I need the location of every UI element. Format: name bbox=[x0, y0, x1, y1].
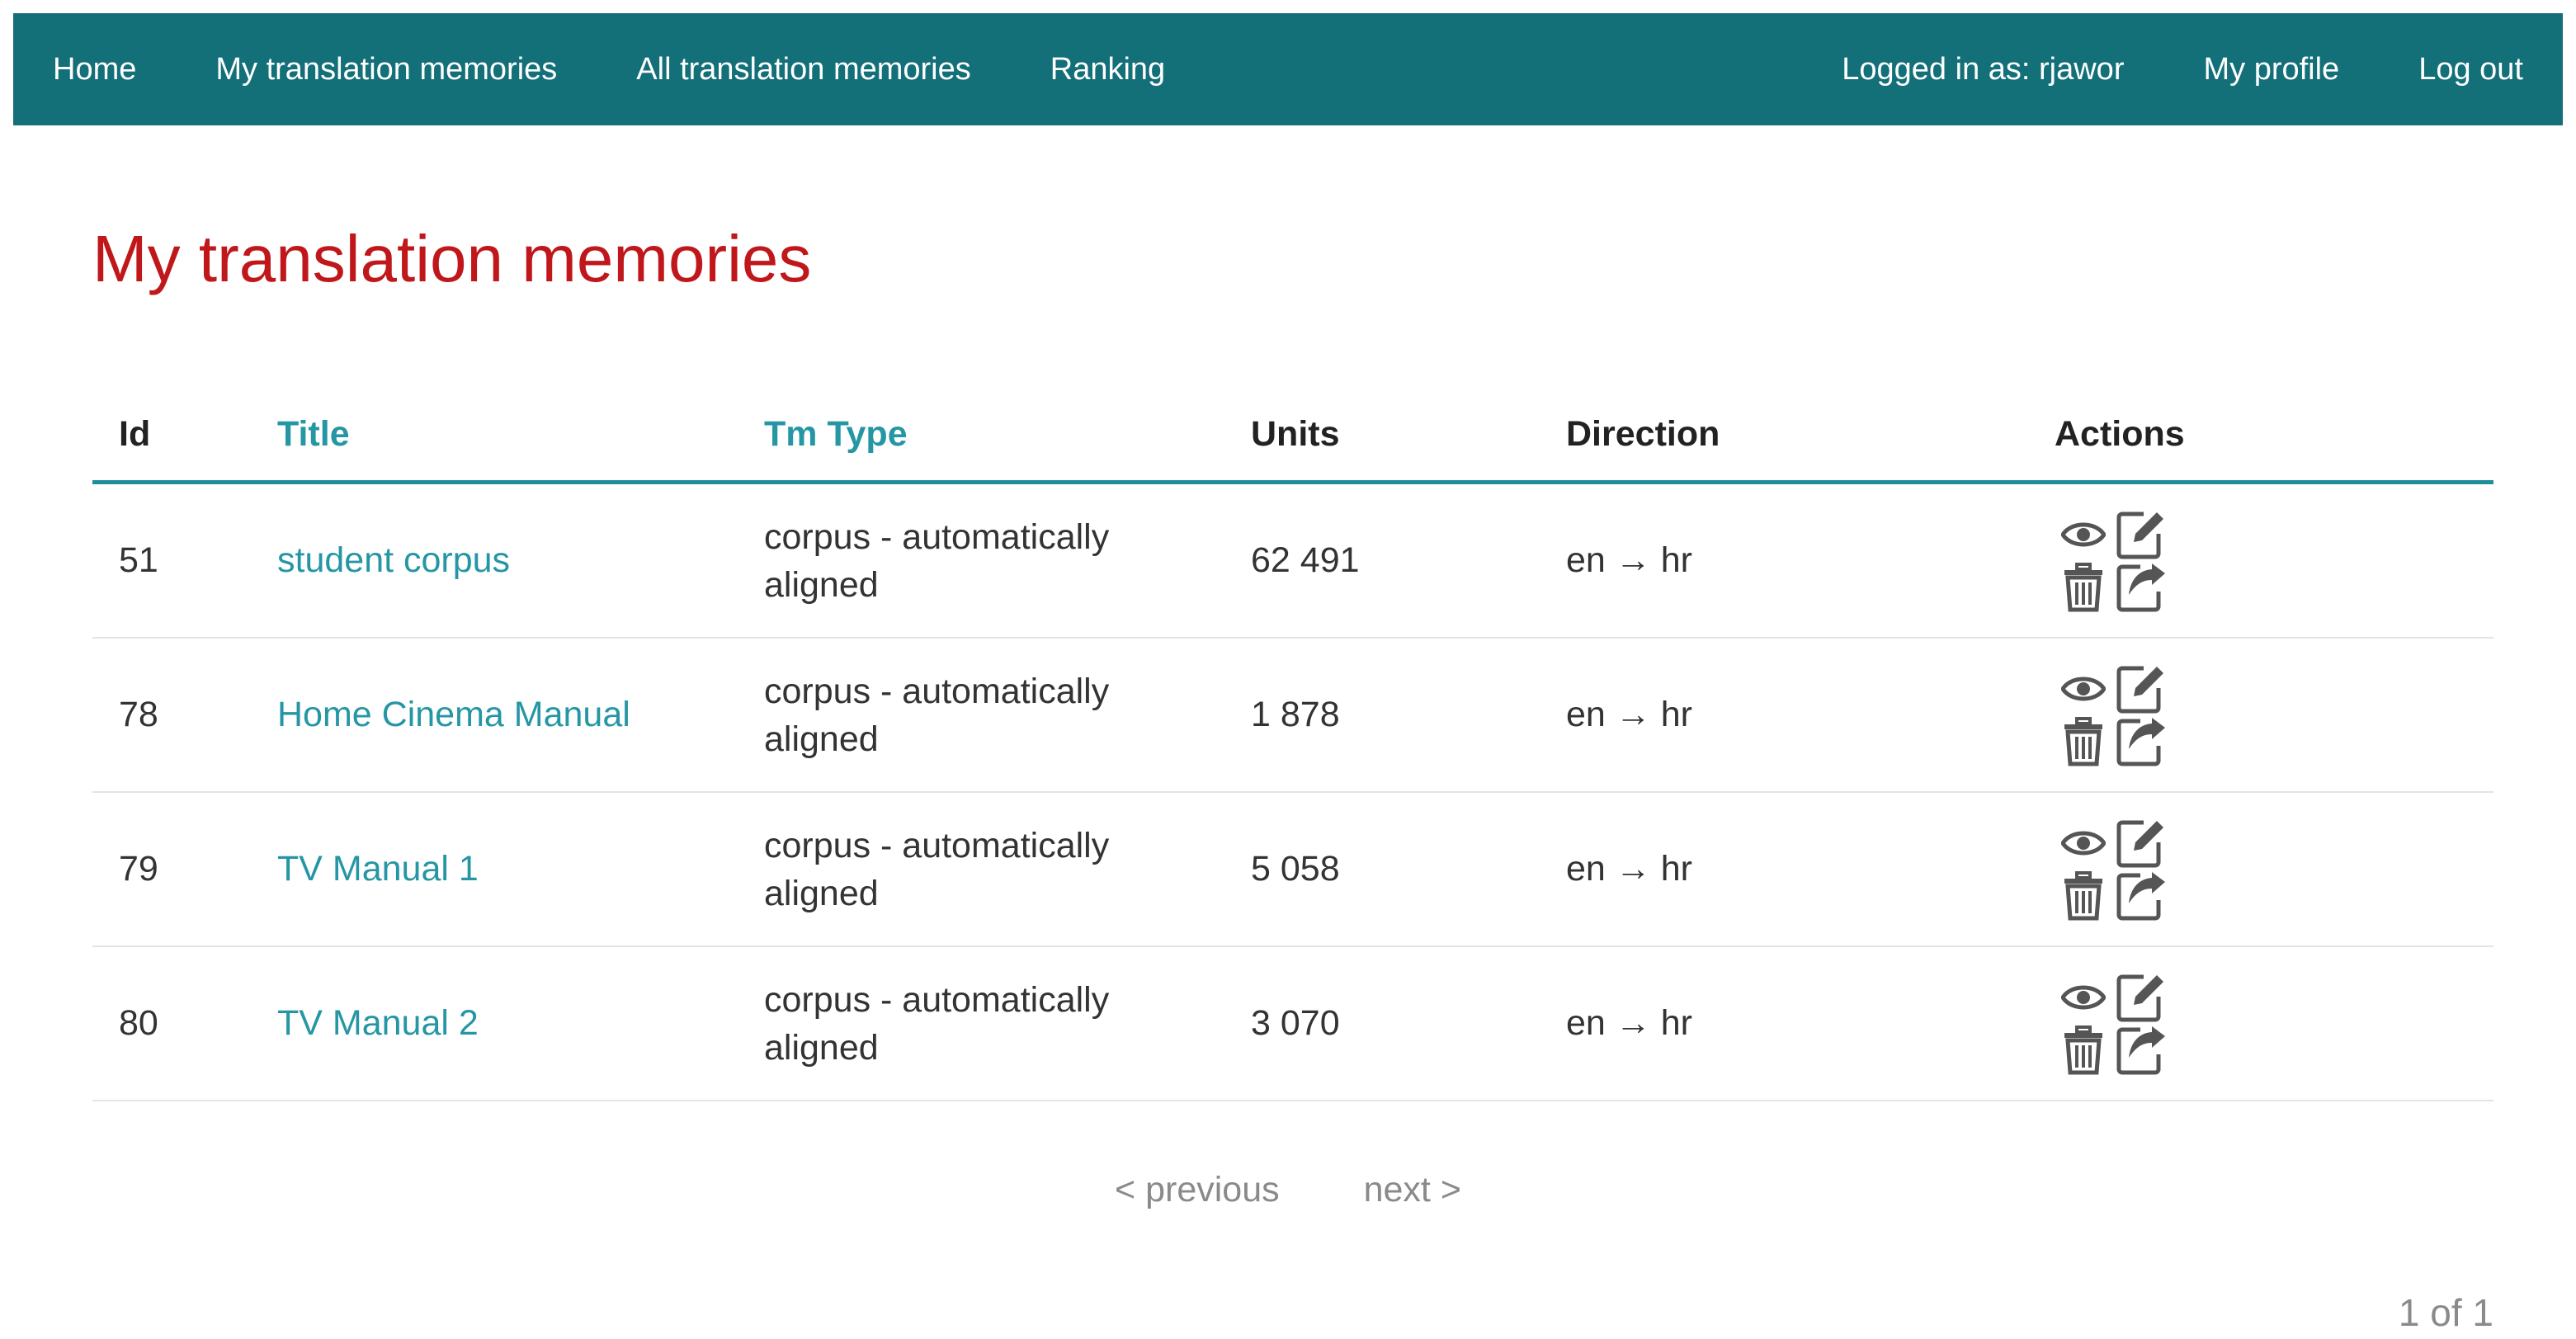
edit-icon[interactable] bbox=[2115, 662, 2168, 715]
cell-units: 62 491 bbox=[1224, 482, 1540, 639]
export-icon[interactable] bbox=[2115, 715, 2168, 768]
cell-units: 3 070 bbox=[1224, 946, 1540, 1101]
top-navbar: Home My translation memories All transla… bbox=[13, 13, 2563, 125]
trash-icon[interactable] bbox=[2057, 561, 2110, 614]
cell-id: 78 bbox=[92, 638, 251, 793]
eye-icon[interactable] bbox=[2057, 508, 2110, 561]
edit-icon[interactable] bbox=[2115, 817, 2168, 870]
cell-direction: en → hr bbox=[1540, 638, 2028, 793]
cell-tm-type: corpus - automatically aligned bbox=[738, 482, 1224, 639]
row-actions bbox=[2055, 508, 2170, 614]
table-header-row: Id Title Tm Type Units Direction Actions bbox=[92, 388, 2493, 484]
column-header-tm-type[interactable]: Tm Type bbox=[738, 388, 1224, 484]
page-count: 1 of 1 bbox=[2398, 1291, 2493, 1334]
cell-tm-type: corpus - automatically aligned bbox=[738, 792, 1224, 947]
nav-my-profile-link[interactable]: My profile bbox=[2163, 13, 2379, 125]
table-row: 79 TV Manual 1 corpus - automatically ali… bbox=[92, 792, 2493, 947]
cell-tm-type: corpus - automatically aligned bbox=[738, 638, 1224, 793]
cell-title: student corpus bbox=[251, 482, 738, 639]
tm-title-link[interactable]: TV Manual 1 bbox=[277, 849, 479, 889]
tm-type-line-2: aligned bbox=[764, 719, 879, 759]
eye-icon[interactable] bbox=[2057, 817, 2110, 870]
nav-log-out-link[interactable]: Log out bbox=[2379, 13, 2563, 125]
cell-actions bbox=[2028, 946, 2493, 1101]
export-icon[interactable] bbox=[2115, 870, 2168, 922]
cell-actions bbox=[2028, 792, 2493, 947]
tm-title-link[interactable]: TV Manual 2 bbox=[277, 1003, 479, 1043]
eye-icon[interactable] bbox=[2057, 971, 2110, 1024]
export-icon[interactable] bbox=[2115, 561, 2168, 614]
column-header-title[interactable]: Title bbox=[251, 388, 738, 484]
translation-memories-table: Id Title Tm Type Units Direction Actions… bbox=[92, 388, 2493, 1101]
nav-left-group: Home My translation memories All transla… bbox=[13, 13, 1205, 125]
column-header-direction: Direction bbox=[1540, 388, 2028, 484]
tm-title-link[interactable]: Home Cinema Manual bbox=[277, 695, 630, 734]
tm-type-line-1: corpus - automatically bbox=[764, 516, 1110, 557]
cell-actions bbox=[2028, 638, 2493, 793]
cell-direction: en → hr bbox=[1540, 946, 2028, 1101]
edit-icon[interactable] bbox=[2115, 971, 2168, 1024]
page-title: My translation memories bbox=[92, 222, 812, 295]
next-page-link[interactable]: next > bbox=[1364, 1170, 1461, 1210]
row-actions bbox=[2055, 817, 2170, 922]
cell-title: TV Manual 1 bbox=[251, 792, 738, 947]
cell-title: Home Cinema Manual bbox=[251, 638, 738, 793]
cell-id: 51 bbox=[92, 482, 251, 639]
tm-type-line-2: aligned bbox=[764, 1027, 879, 1068]
tm-type-line-1: corpus - automatically bbox=[764, 825, 1110, 865]
cell-direction: en → hr bbox=[1540, 482, 2028, 639]
table-row: 80 TV Manual 2 corpus - automatically ali… bbox=[92, 946, 2493, 1101]
cell-units: 1 878 bbox=[1224, 638, 1540, 793]
eye-icon[interactable] bbox=[2057, 662, 2110, 715]
nav-my-translation-memories-link[interactable]: My translation memories bbox=[176, 13, 597, 125]
nav-home-link[interactable]: Home bbox=[13, 13, 176, 125]
column-header-id: Id bbox=[92, 388, 251, 484]
nav-all-translation-memories-link[interactable]: All translation memories bbox=[597, 13, 1010, 125]
cell-tm-type: corpus - automatically aligned bbox=[738, 946, 1224, 1101]
column-header-units: Units bbox=[1224, 388, 1540, 484]
tm-title-link[interactable]: student corpus bbox=[277, 540, 510, 580]
cell-id: 79 bbox=[92, 792, 251, 947]
logged-in-user-label: Logged in as: rjawor bbox=[1842, 52, 2125, 87]
export-icon[interactable] bbox=[2115, 1024, 2168, 1077]
tm-type-line-2: aligned bbox=[764, 873, 879, 913]
trash-icon[interactable] bbox=[2057, 715, 2110, 768]
cell-units: 5 058 bbox=[1224, 792, 1540, 947]
row-actions bbox=[2055, 662, 2170, 768]
cell-actions bbox=[2028, 482, 2493, 639]
tm-type-line-1: corpus - automatically bbox=[764, 979, 1110, 1020]
previous-page-link[interactable]: < previous bbox=[1115, 1170, 1280, 1210]
tm-type-line-1: corpus - automatically bbox=[764, 671, 1110, 711]
trash-icon[interactable] bbox=[2057, 870, 2110, 922]
pagination: < previous next > bbox=[0, 1170, 2576, 1210]
table-row: 78 Home Cinema Manual corpus - automatic… bbox=[92, 638, 2493, 793]
table-row: 51 student corpus corpus - automatically… bbox=[92, 482, 2493, 639]
table-body: 51 student corpus corpus - automatically… bbox=[92, 482, 2493, 1101]
cell-direction: en → hr bbox=[1540, 792, 2028, 947]
column-header-actions: Actions bbox=[2028, 388, 2493, 484]
table-header: Id Title Tm Type Units Direction Actions bbox=[92, 388, 2493, 484]
cell-title: TV Manual 2 bbox=[251, 946, 738, 1101]
trash-icon[interactable] bbox=[2057, 1024, 2110, 1077]
tm-type-line-2: aligned bbox=[764, 564, 879, 605]
nav-ranking-link[interactable]: Ranking bbox=[1011, 13, 1205, 125]
edit-icon[interactable] bbox=[2115, 508, 2168, 561]
cell-id: 80 bbox=[92, 946, 251, 1101]
nav-right-group: Logged in as: rjawor My profile Log out bbox=[1802, 13, 2563, 125]
row-actions bbox=[2055, 971, 2170, 1077]
